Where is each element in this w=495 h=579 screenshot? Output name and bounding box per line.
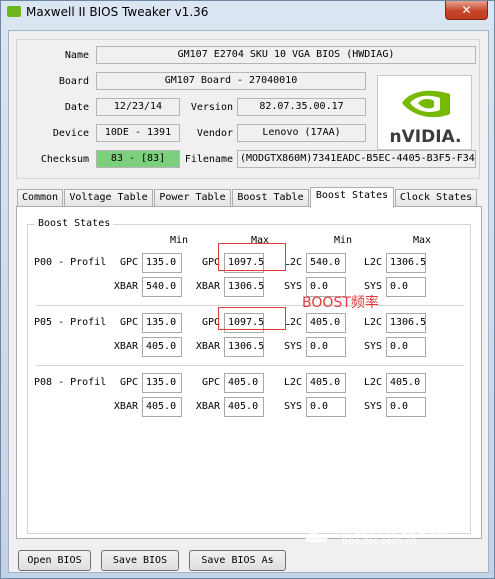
gpc-label: GPC xyxy=(201,317,220,328)
filename-field[interactable]: (MODGTX860M)7341EADC-B5EC-4405-B3F5-F34 xyxy=(237,150,476,168)
xbar-label: XBAR xyxy=(195,281,220,292)
tab-power-table[interactable]: Power Table xyxy=(154,189,231,207)
p00-gpc-min-input[interactable]: 135.0 xyxy=(142,253,182,273)
window-title: Maxwell II BIOS Tweaker v1.36 xyxy=(26,5,209,19)
device-field[interactable]: 10DE - 1391 xyxy=(96,124,180,142)
checksum-label: Checksum xyxy=(40,154,89,165)
p00-xbar-min-input[interactable]: 540.0 xyxy=(142,277,182,297)
tab-voltage-table[interactable]: Voltage Table xyxy=(64,189,153,207)
boost-states-title: Boost States xyxy=(35,218,114,229)
row-divider xyxy=(36,305,464,306)
p05-sys-max-input[interactable]: 0.0 xyxy=(386,337,426,357)
p05-sys-min-input[interactable]: 0.0 xyxy=(306,337,346,357)
name-field[interactable]: GM107 E2704 SKU 10 VGA BIOS (HWDIAG) xyxy=(96,46,476,64)
tab-boost-states[interactable]: Boost States xyxy=(310,187,394,208)
sys-label: SYS xyxy=(363,401,382,412)
tab-common[interactable]: Common xyxy=(17,189,63,207)
board-field[interactable]: GM107 Board - 27040010 xyxy=(96,72,366,90)
p00-l2c-max-input[interactable]: 1306.5 xyxy=(386,253,426,273)
version-field[interactable]: 82.07.35.00.17 xyxy=(237,98,366,116)
p08-sys-min-input[interactable]: 0.0 xyxy=(306,397,346,417)
p08-l2c-max-input[interactable]: 405.0 xyxy=(386,373,426,393)
l2c-label: L2C xyxy=(363,317,382,328)
watermark-logo-icon: Z xyxy=(306,511,331,551)
board-label: Board xyxy=(58,76,89,87)
sys-label: SYS xyxy=(283,281,302,292)
highlight-box-p05-gpc-max xyxy=(218,307,286,330)
gpc-label: GPC xyxy=(201,257,220,268)
save-bios-button[interactable]: Save BIOS xyxy=(101,550,179,571)
xbar-label: XBAR xyxy=(195,341,220,352)
save-bios-as-button[interactable]: Save BIOS As xyxy=(189,550,286,571)
vendor-label: Vendor xyxy=(196,128,233,139)
l2c-label: L2C xyxy=(363,257,382,268)
p00-xbar-max-input[interactable]: 1306.5 xyxy=(224,277,264,297)
nvidia-wordmark: nVIDIA. xyxy=(389,127,462,147)
p05-gpc-min-input[interactable]: 135.0 xyxy=(142,313,182,333)
p05-l2c-min-input[interactable]: 405.0 xyxy=(306,313,346,333)
title-bar[interactable]: Maxwell II BIOS Tweaker v1.36 ✕ xyxy=(1,1,494,23)
sys-label: SYS xyxy=(283,401,302,412)
sys-label: SYS xyxy=(363,341,382,352)
watermark-url: bbs.zol.com.cn xyxy=(342,536,417,547)
tab-boost-table[interactable]: Boost Table xyxy=(232,189,309,207)
sys-label: SYS xyxy=(283,341,302,352)
gpc-label: GPC xyxy=(201,377,220,388)
gpc-label: GPC xyxy=(119,377,138,388)
p08-xbar-min-input[interactable]: 405.0 xyxy=(142,397,182,417)
profile-p05-label: P05 - Profil xyxy=(34,317,107,328)
l2c-label: L2C xyxy=(283,377,302,388)
bios-info-group: Name GM107 E2704 SKU 10 VGA BIOS (HWDIAG… xyxy=(16,39,480,179)
tab-strip: Common Voltage Table Power Table Boost T… xyxy=(16,187,486,208)
p08-gpc-max-input[interactable]: 405.0 xyxy=(224,373,264,393)
filename-label: Filename xyxy=(184,154,233,165)
p08-l2c-min-input[interactable]: 405.0 xyxy=(306,373,346,393)
app-icon xyxy=(7,6,21,17)
date-field[interactable]: 12/23/14 xyxy=(96,98,180,116)
nvidia-eye-icon xyxy=(398,84,454,122)
device-label: Device xyxy=(52,128,89,139)
p00-l2c-min-input[interactable]: 540.0 xyxy=(306,253,346,273)
tab-clock-states[interactable]: Clock States xyxy=(395,189,477,207)
l2c-max-header: Max xyxy=(412,235,432,246)
gpc-label: GPC xyxy=(119,257,138,268)
gpc-label: GPC xyxy=(119,317,138,328)
p08-sys-max-input[interactable]: 0.0 xyxy=(386,397,426,417)
profile-p08-label: P08 - Profil xyxy=(34,377,107,388)
vendor-field[interactable]: Lenovo (17AA) xyxy=(237,124,366,142)
highlight-box-p00-gpc-max xyxy=(218,243,286,271)
profile-p00-label: P00 - Profil xyxy=(34,257,107,268)
version-label: Version xyxy=(190,102,233,113)
row-divider xyxy=(36,365,464,366)
close-button[interactable]: ✕ xyxy=(445,1,488,20)
p05-xbar-max-input[interactable]: 1306.5 xyxy=(224,337,264,357)
date-label: Date xyxy=(64,102,89,113)
p05-l2c-max-input[interactable]: 1306.5 xyxy=(386,313,426,333)
client-area: Name GM107 E2704 SKU 10 VGA BIOS (HWDIAG… xyxy=(8,30,489,573)
nvidia-logo: nVIDIA. xyxy=(377,75,472,150)
p08-xbar-max-input[interactable]: 405.0 xyxy=(224,397,264,417)
xbar-label: XBAR xyxy=(113,341,138,352)
xbar-label: XBAR xyxy=(113,401,138,412)
l2c-label: L2C xyxy=(363,377,382,388)
gpc-min-header: Min xyxy=(169,235,189,246)
xbar-label: XBAR xyxy=(113,281,138,292)
site-watermark: Z 中关村在线论坛 bbs.zol.com.cn xyxy=(306,514,491,550)
xbar-label: XBAR xyxy=(195,401,220,412)
l2c-min-header: Min xyxy=(333,235,353,246)
name-label: Name xyxy=(64,50,89,61)
boost-frequency-annotation: BOOST频率 xyxy=(302,295,379,311)
checksum-field[interactable]: 83 - [83] xyxy=(96,150,180,168)
p05-xbar-min-input[interactable]: 405.0 xyxy=(142,337,182,357)
p00-sys-max-input[interactable]: 0.0 xyxy=(386,277,426,297)
open-bios-button[interactable]: Open BIOS xyxy=(18,550,91,571)
p08-gpc-min-input[interactable]: 135.0 xyxy=(142,373,182,393)
app-window: Maxwell II BIOS Tweaker v1.36 ✕ Name GM1… xyxy=(0,0,495,579)
sys-label: SYS xyxy=(363,281,382,292)
